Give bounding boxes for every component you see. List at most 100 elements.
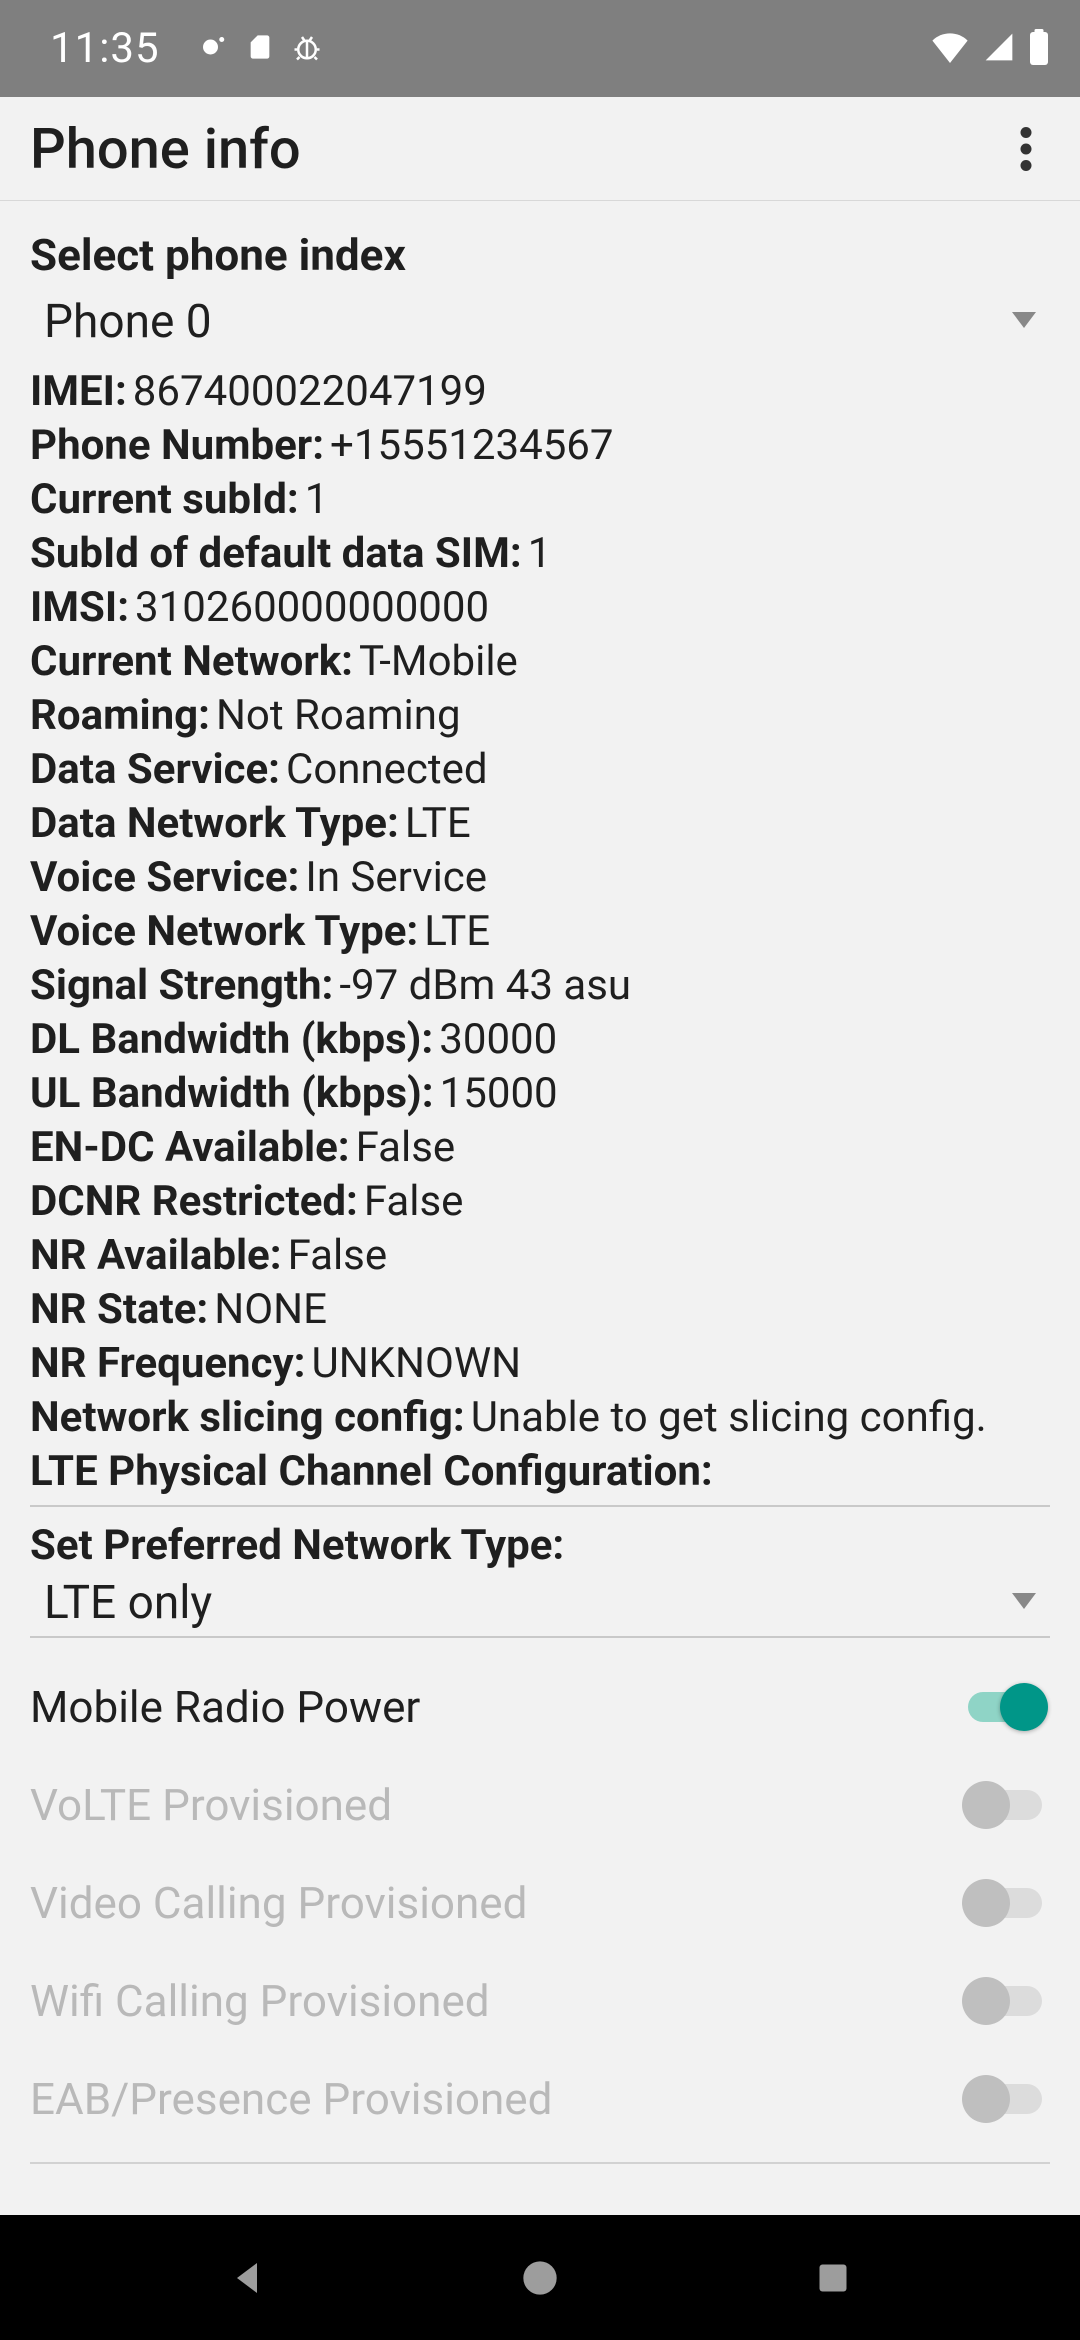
info-label: Phone Number:: [30, 421, 324, 470]
info-value: False: [364, 1177, 464, 1226]
info-row: Current subId:1: [30, 473, 1050, 527]
info-row: Voice Service:In Service: [30, 851, 1050, 905]
phone-index-title: Select phone index: [30, 229, 1050, 281]
app-bar: Phone info: [0, 97, 1080, 201]
info-label: EN-DC Available:: [30, 1123, 350, 1172]
wifi-icon: [930, 31, 970, 67]
switch-label: Video Calling Provisioned: [30, 1877, 960, 1929]
switch-toggle: [960, 1776, 1050, 1834]
switch-row: VoLTE Provisioned: [30, 1756, 1050, 1854]
info-value: LTE: [405, 799, 471, 848]
info-label: Current Network:: [30, 637, 353, 686]
info-label: SubId of default data SIM:: [30, 529, 522, 578]
info-row: IMEI:867400022047199: [30, 365, 1050, 419]
info-label: UL Bandwidth (kbps):: [30, 1069, 434, 1118]
info-row: DL Bandwidth (kbps):30000: [30, 1013, 1050, 1067]
recents-button[interactable]: [808, 2253, 858, 2303]
info-row: Data Service:Connected: [30, 743, 1050, 797]
info-row: NR State:NONE: [30, 1283, 1050, 1337]
info-label: DCNR Restricted:: [30, 1177, 358, 1226]
info-label: Data Network Type:: [30, 799, 399, 848]
info-label: Roaming:: [30, 691, 210, 740]
overflow-menu-button[interactable]: [1002, 109, 1050, 189]
preferred-network-selected: LTE only: [44, 1576, 212, 1630]
info-label: Voice Service:: [30, 853, 299, 902]
status-bar: 11:35: [0, 0, 1080, 97]
home-icon: [520, 2258, 560, 2298]
info-row: Current Network:T-Mobile: [30, 635, 1050, 689]
info-label: NR State:: [30, 1285, 208, 1334]
switch-toggle: [960, 2070, 1050, 2128]
info-label: NR Available:: [30, 1231, 282, 1280]
sd-card-icon: [246, 30, 274, 68]
info-value: False: [356, 1123, 456, 1172]
preferred-network-spinner[interactable]: LTE only: [30, 1570, 1050, 1638]
info-row: EN-DC Available:False: [30, 1121, 1050, 1175]
info-value: NONE: [214, 1285, 327, 1334]
phone-index-selected: Phone 0: [44, 295, 212, 349]
switch-label: VoLTE Provisioned: [30, 1779, 960, 1831]
divider: [30, 1505, 1050, 1507]
phone-index-spinner[interactable]: Phone 0: [30, 287, 1050, 357]
info-value: False: [288, 1231, 388, 1280]
info-value: Connected: [286, 745, 488, 794]
preferred-network-title: Set Preferred Network Type:: [30, 1521, 1050, 1570]
switch-toggle: [960, 1874, 1050, 1932]
info-value: 867400022047199: [133, 367, 487, 416]
bug-icon: [292, 31, 322, 67]
info-row: Roaming:Not Roaming: [30, 689, 1050, 743]
info-label: Network slicing config:: [30, 1393, 465, 1442]
switch-row: Wifi Calling Provisioned: [30, 1952, 1050, 2050]
info-row: UL Bandwidth (kbps):15000: [30, 1067, 1050, 1121]
switch-row: Video Calling Provisioned: [30, 1854, 1050, 1952]
info-label: NR Frequency:: [30, 1339, 305, 1388]
switch-label: EAB/Presence Provisioned: [30, 2073, 960, 2125]
info-label: Current subId:: [30, 475, 299, 524]
recents-icon: [815, 2260, 851, 2296]
info-row: Phone Number:+15551234567: [30, 419, 1050, 473]
dropdown-caret-icon: [1010, 1593, 1038, 1613]
info-value: LTE: [424, 907, 490, 956]
page-title: Phone info: [30, 116, 301, 182]
info-value: 1: [305, 475, 329, 524]
info-label: IMEI:: [30, 367, 127, 416]
info-row: DCNR Restricted:False: [30, 1175, 1050, 1229]
home-button[interactable]: [515, 2253, 565, 2303]
battery-icon: [1028, 29, 1050, 69]
more-vert-icon: [1020, 127, 1032, 171]
back-icon: [227, 2258, 267, 2298]
info-value: In Service: [305, 853, 487, 902]
info-label: Signal Strength:: [30, 961, 333, 1010]
info-value: 310260000000000: [135, 583, 489, 632]
info-label: IMSI:: [30, 583, 129, 632]
info-label: DL Bandwidth (kbps):: [30, 1015, 433, 1064]
switch-row: Mobile Radio Power: [30, 1658, 1050, 1756]
info-list: IMEI:867400022047199Phone Number:+155512…: [30, 365, 1050, 1499]
info-row: SubId of default data SIM:1: [30, 527, 1050, 581]
back-button[interactable]: [222, 2253, 272, 2303]
info-label: LTE Physical Channel Configuration:: [30, 1447, 713, 1496]
switch-row: EAB/Presence Provisioned: [30, 2050, 1050, 2148]
info-row: NR Available:False: [30, 1229, 1050, 1283]
info-row: Signal Strength:-97 dBm 43 asu: [30, 959, 1050, 1013]
cellular-icon: [982, 31, 1016, 67]
switch-toggle[interactable]: [960, 1678, 1050, 1736]
info-value: 30000: [439, 1015, 557, 1064]
switch-toggle: [960, 1972, 1050, 2030]
dropdown-caret-icon: [1010, 312, 1038, 332]
info-label: Data Service:: [30, 745, 280, 794]
info-value: 1: [528, 529, 552, 578]
info-row: NR Frequency:UNKNOWN: [30, 1337, 1050, 1391]
switch-label: Mobile Radio Power: [30, 1681, 960, 1733]
navigation-bar: [0, 2215, 1080, 2340]
info-row: Data Network Type:LTE: [30, 797, 1050, 851]
data-saver-icon: [198, 32, 228, 66]
info-row: IMSI:310260000000000: [30, 581, 1050, 635]
info-value: Unable to get slicing config.: [471, 1393, 987, 1442]
info-value: -97 dBm 43 asu: [339, 961, 631, 1010]
switch-list: Mobile Radio Power VoLTE Provisioned Video…: [30, 1658, 1050, 2148]
info-row: LTE Physical Channel Configuration:: [30, 1445, 1050, 1499]
info-label: Voice Network Type:: [30, 907, 418, 956]
switch-label: Wifi Calling Provisioned: [30, 1975, 960, 2027]
divider: [30, 2162, 1050, 2164]
